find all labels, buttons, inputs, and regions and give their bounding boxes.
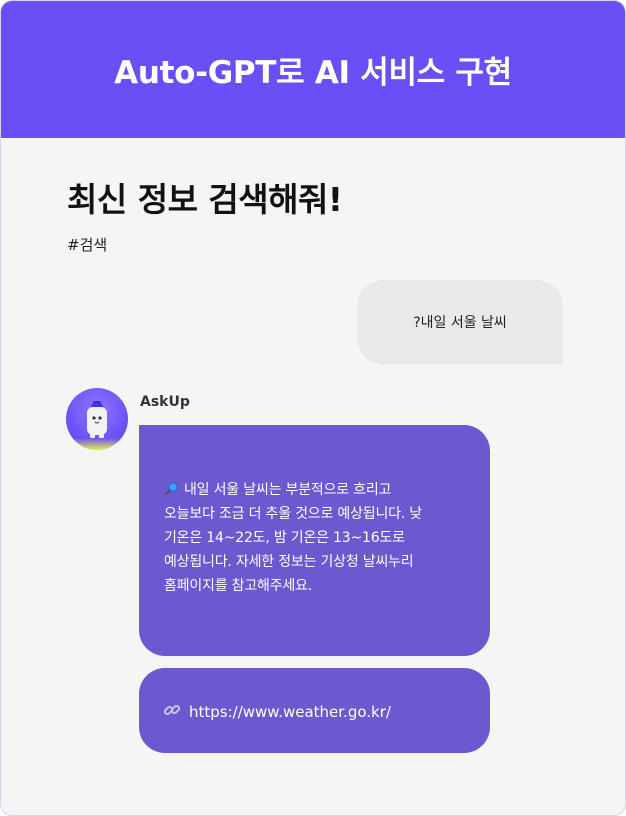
weather-link[interactable]: https://www.weather.go.kr/ (189, 703, 391, 721)
bot-link-bubble: https://www.weather.go.kr/ (139, 668, 490, 753)
link-row[interactable]: https://www.weather.go.kr/ (163, 701, 391, 723)
bot-name: AskUp (140, 394, 190, 410)
magnifier-icon (164, 478, 184, 502)
bot-message-text: 내일 서울 날씨는 부분적으로 흐리고 오늘보다 조금 더 추울 것으로 예상됩… (164, 478, 474, 598)
content-card: Auto-GPT로 AI 서비스 구현 최신 정보 검색해줘! #검색 ?내일 … (0, 0, 626, 816)
bot-robot-icon (87, 401, 107, 438)
link-icon (163, 701, 181, 723)
user-message-bubble: ?내일 서울 날씨 (357, 280, 563, 364)
bot-message-line: 내일 서울 날씨는 부분적으로 흐리고 (164, 478, 474, 502)
header-title: Auto-GPT로 AI 서비스 구현 (114, 55, 512, 91)
page-title: 최신 정보 검색해줘! (67, 180, 343, 219)
bot-message-bubble: 내일 서울 날씨는 부분적으로 흐리고 오늘보다 조금 더 추울 것으로 예상됩… (139, 425, 490, 656)
bot-message-line: 홈페이지를 참고해주세요. (164, 578, 312, 594)
avatar (66, 388, 128, 450)
user-message-text: ?내일 서울 날씨 (413, 315, 507, 331)
bot-message-line: 예상됩니다. 자세한 정보는 기상청 날씨누리 (164, 554, 414, 570)
bot-message-line: 기온은 14~22도, 밤 기온은 13~16도로 (164, 530, 405, 546)
header-banner: Auto-GPT로 AI 서비스 구현 (1, 1, 625, 138)
bot-message-line: 오늘보다 조금 더 추울 것으로 예상됩니다. 낮 (164, 506, 422, 522)
hashtag-label: #검색 (67, 236, 108, 254)
